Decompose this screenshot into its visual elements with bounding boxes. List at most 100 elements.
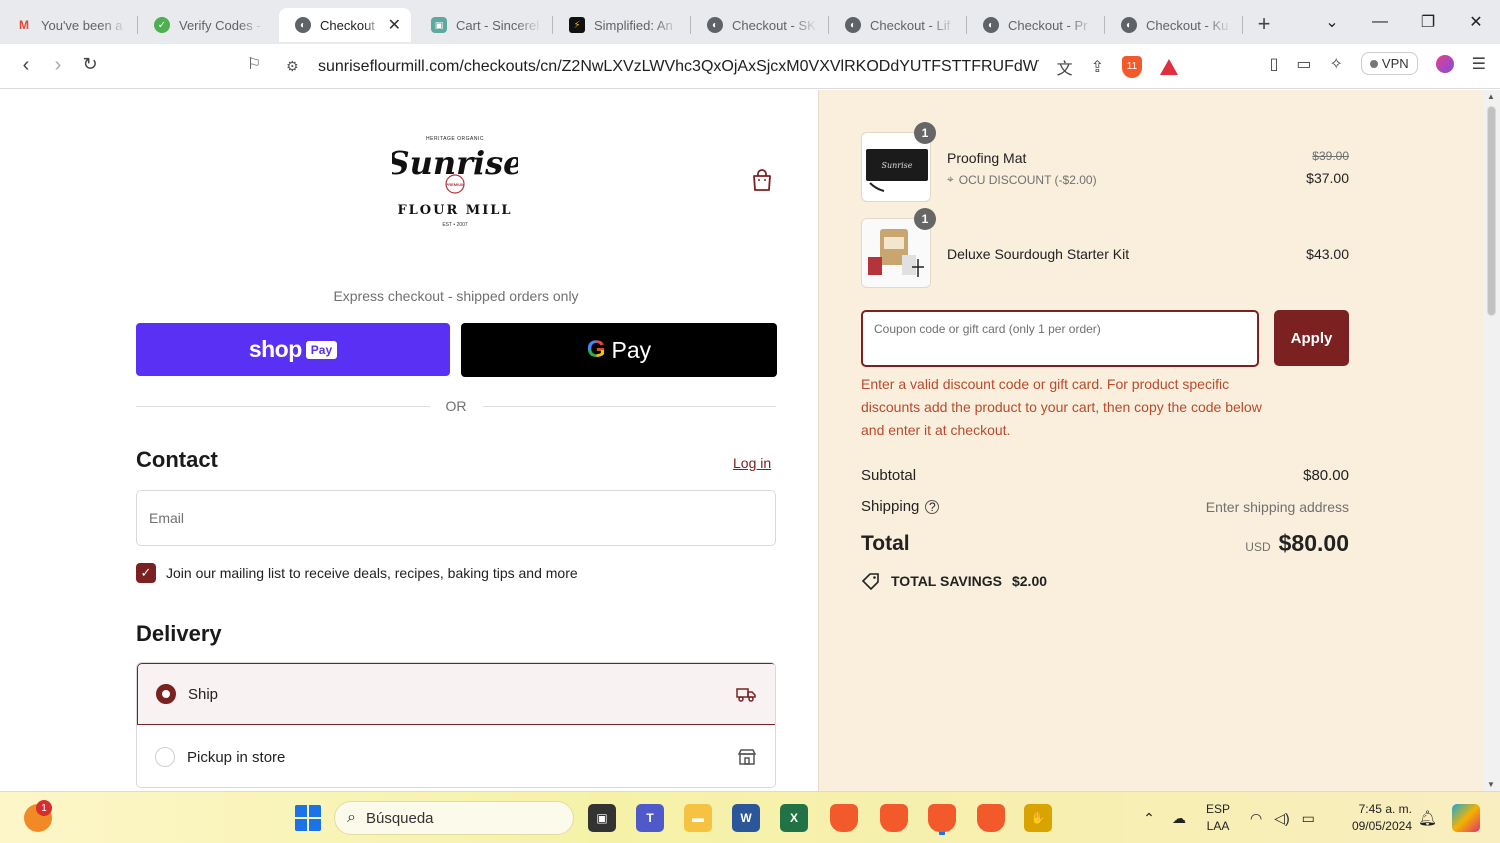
url-text[interactable]: sunriseflourmill.com/checkouts/cn/Z2NwLX… (318, 58, 1039, 76)
tab-title: Checkout - SK (732, 17, 816, 33)
site-info-icon[interactable]: ⚙ (286, 58, 304, 75)
apply-coupon-button[interactable]: Apply (1274, 310, 1349, 366)
subtotal-row: Subtotal $80.00 (861, 467, 1349, 484)
share-icon[interactable]: ⇪ (1091, 57, 1104, 77)
taskbar-search[interactable]: ⌕ Búsqueda (334, 801, 574, 835)
item-price: $43.00 (1306, 246, 1349, 262)
back-icon[interactable]: ‹ (14, 54, 38, 77)
tab-separator (1242, 16, 1243, 34)
browser-toolbar: ‹ › ↻ ⚐ ⚙ sunriseflourmill.com/checkouts… (0, 44, 1500, 89)
log-in-link[interactable]: Log in (733, 455, 771, 471)
notifications-bell-icon[interactable]: 🔔︎ (1418, 792, 1437, 843)
new-tab-icon[interactable]: + (1249, 11, 1279, 37)
menu-icon[interactable]: ☰ (1472, 54, 1486, 74)
forward-icon[interactable]: › (46, 54, 70, 77)
close-tab-icon[interactable]: ✕ (388, 15, 401, 35)
copilot-icon[interactable] (1452, 804, 1480, 832)
profile-avatar[interactable] (1435, 54, 1454, 73)
sunrise-flour-mill-logo[interactable]: HERITAGE ORGANIC Sunrise PREMIUM FLOUR M… (392, 126, 518, 230)
email-field[interactable]: Email (136, 490, 776, 546)
browser-tab[interactable]: ◐ Checkout - Pr (967, 8, 1104, 42)
quick-settings[interactable]: ◠ ◁) ▭ (1250, 792, 1315, 843)
page-scrollbar[interactable]: ▲ ▼ (1483, 90, 1500, 791)
browser-tab[interactable]: ✓ Verify Codes - (138, 8, 275, 42)
tab-title: Cart - Sincerel (456, 17, 540, 33)
brave-browser-icon[interactable] (977, 804, 1005, 832)
savings-value: $2.00 (1011, 573, 1048, 589)
wifi-icon: ◠ (1250, 809, 1263, 826)
browser-tab[interactable]: ◐ Checkout - Lif (829, 8, 966, 42)
teams-icon[interactable]: T (636, 804, 664, 832)
chevron-up-icon[interactable]: ⌃ (1134, 810, 1164, 827)
word-icon[interactable]: W (732, 804, 760, 832)
tab-title: Simplified: An (594, 17, 673, 33)
leo-ai-icon[interactable]: ✧ (1330, 54, 1343, 74)
brave-browser-icon[interactable] (830, 804, 858, 832)
svg-text:PREMIUM: PREMIUM (446, 182, 466, 187)
shipping-value: Enter shipping address (1205, 498, 1349, 515)
item-price: $37.00 (1306, 170, 1349, 186)
google-pay-button[interactable]: G Pay (461, 323, 777, 377)
delivery-option-ship[interactable]: Ship (137, 663, 775, 725)
windows-taskbar: 1 ⌕ Búsqueda ▣ T ▬ W X ✋ ⌃ ☁ ESP LAA ◠ ◁… (0, 791, 1500, 843)
scrollbar-thumb[interactable] (1487, 106, 1496, 316)
coupon-input[interactable]: Coupon code or gift card (only 1 per ord… (861, 310, 1259, 367)
minimize-icon[interactable]: — (1356, 13, 1404, 31)
sidebar-icon[interactable]: ▯ (1270, 54, 1279, 74)
browser-tab[interactable]: ⚡ Simplified: An (553, 8, 690, 42)
store-icon (737, 749, 757, 765)
newsletter-option[interactable]: ✓ Join our mailing list to receive deals… (136, 563, 578, 583)
ship-radio[interactable] (156, 684, 176, 704)
google-pay-word: Pay (611, 336, 652, 363)
file-explorer-icon[interactable]: ▬ (684, 804, 712, 832)
browser-tab[interactable]: M You've been a (0, 8, 137, 42)
windows-start-icon[interactable] (294, 804, 322, 832)
check-icon: ✓ (154, 17, 170, 33)
browser-tab[interactable]: ◐ Checkout - SK (691, 8, 828, 42)
translate-icon[interactable]: 文 (1057, 55, 1073, 79)
item-name: Deluxe Sourdough Starter Kit (947, 246, 1130, 262)
item-original-price: $39.00 (1312, 149, 1349, 163)
language-code: ESP (1206, 802, 1231, 816)
keyboard-layout: LAA (1206, 819, 1230, 833)
onedrive-icon[interactable]: ☁ (1164, 810, 1194, 827)
item-discount: ⌖ OCU DISCOUNT (-$2.00) (947, 172, 1097, 187)
brave-browser-icon-active[interactable] (928, 804, 956, 832)
tab-title: You've been a (41, 17, 123, 33)
bookmark-icon[interactable]: ⚐ (242, 54, 266, 74)
newsletter-checkbox[interactable]: ✓ (136, 563, 156, 583)
browser-tab-active[interactable]: ◐ Checkout ✕ (279, 8, 411, 42)
scroll-up-icon[interactable]: ▲ (1487, 92, 1495, 101)
pinned-app-icon[interactable]: ✋ (1024, 804, 1052, 832)
excel-icon[interactable]: X (780, 804, 808, 832)
pickup-radio[interactable] (155, 747, 175, 767)
shopping-bag-icon[interactable] (751, 168, 773, 192)
total-savings: TOTAL SAVINGS $2.00 (861, 572, 1047, 590)
close-window-icon[interactable]: ✕ (1452, 12, 1500, 32)
delivery-option-pickup[interactable]: Pickup in store (137, 726, 775, 787)
brave-shield-icon[interactable]: 11 (1122, 55, 1142, 78)
scroll-down-icon[interactable]: ▼ (1487, 780, 1495, 789)
svg-text:Sunrise: Sunrise (392, 144, 518, 182)
browser-tab[interactable]: ◐ Checkout - Ku (1105, 8, 1242, 42)
address-bar[interactable]: ⚙ sunriseflourmill.com/checkouts/cn/Z2Nw… (278, 50, 1178, 83)
newsletter-label: Join our mailing list to receive deals, … (166, 565, 578, 581)
cart-favicon: ▣ (431, 17, 447, 33)
reload-icon[interactable]: ↻ (78, 54, 102, 75)
shop-pay-button[interactable]: shop Pay (136, 323, 450, 376)
pickup-label: Pickup in store (187, 748, 286, 766)
task-view-icon[interactable]: ▣ (588, 804, 616, 832)
wallet-icon[interactable]: ▭ (1296, 54, 1311, 74)
tab-search-icon[interactable]: ⌄ (1308, 12, 1356, 32)
browser-right-tools: ▯ ▭ ✧ VPN ☰ (1270, 52, 1486, 75)
vpn-button[interactable]: VPN (1360, 52, 1418, 75)
volume-icon: ◁) (1274, 809, 1290, 826)
help-circle-icon[interactable]: ? (925, 499, 940, 514)
language-indicator[interactable]: ESP LAA (1206, 801, 1230, 835)
brave-rewards-icon[interactable] (1160, 58, 1178, 75)
browser-tab[interactable]: ▣ Cart - Sincerel (415, 8, 552, 42)
taskbar-clock[interactable]: 7:45 a. m. 09/05/2024 (1340, 801, 1412, 835)
shipping-row: Shipping ? Enter shipping address (861, 498, 1349, 515)
restore-icon[interactable]: ❐ (1404, 12, 1452, 32)
brave-browser-icon[interactable] (880, 804, 908, 832)
